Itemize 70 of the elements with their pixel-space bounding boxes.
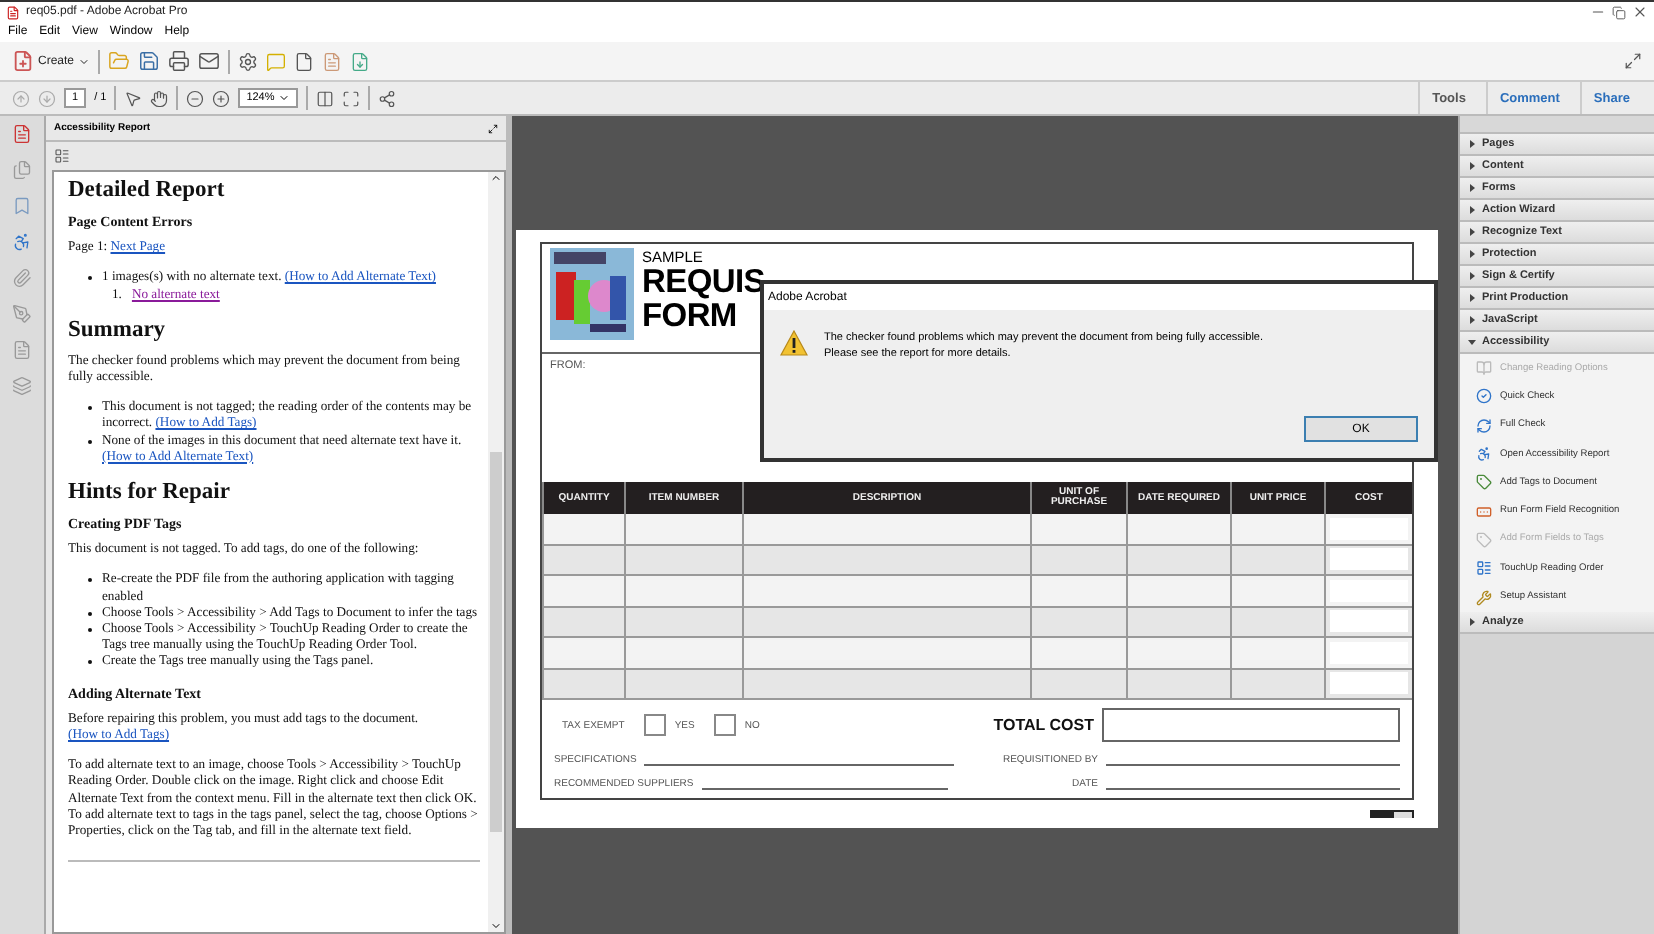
caret-icon [78, 55, 91, 67]
cost-field[interactable] [1330, 579, 1408, 602]
scroll-up-icon[interactable] [490, 172, 502, 184]
hand-icon[interactable] [150, 89, 169, 107]
save-icon[interactable] [138, 50, 161, 72]
settings-icon[interactable] [238, 51, 259, 71]
wrench-icon [1476, 589, 1492, 606]
caret-icon [1468, 316, 1476, 324]
total-field[interactable] [1102, 708, 1400, 742]
report-heading: Hints for Repair [68, 480, 232, 507]
caret-icon [1468, 272, 1476, 280]
form-title: REQUIS [642, 266, 765, 300]
cost-field[interactable] [1330, 517, 1408, 540]
document-plus-icon [12, 50, 34, 72]
report-heading: Detailed Report [68, 178, 227, 204]
bookmark-icon[interactable] [12, 196, 32, 216]
close-icon[interactable] [1632, 4, 1648, 20]
layers-icon[interactable] [12, 376, 32, 396]
scrollbar[interactable] [488, 172, 504, 932]
caret-icon [1468, 184, 1476, 192]
print-icon[interactable] [168, 50, 191, 72]
refresh-icon [1476, 417, 1492, 434]
caret-icon [1468, 338, 1476, 346]
cost-field[interactable] [1330, 672, 1408, 695]
zoom-in-icon[interactable] [212, 89, 231, 107]
previous-page-icon[interactable] [12, 89, 30, 107]
logo-drawing [550, 248, 634, 340]
zoom-out-icon[interactable] [186, 89, 205, 107]
expand-icon[interactable] [1624, 52, 1642, 70]
form-icon [1476, 503, 1492, 520]
checkbox[interactable] [644, 714, 667, 736]
restore-icon[interactable] [1612, 5, 1626, 19]
report-heading: Summary [68, 317, 168, 344]
caret-icon [1468, 140, 1476, 148]
stamp-icon [1370, 810, 1414, 818]
pages-icon[interactable] [12, 160, 32, 180]
accessibility-icon [1476, 446, 1492, 463]
caret-icon [1468, 617, 1476, 626]
next-page-icon[interactable] [38, 89, 56, 107]
caret-icon [1468, 228, 1476, 236]
caret-icon [1468, 250, 1476, 258]
caret-icon [1468, 162, 1476, 170]
caret-icon [1468, 206, 1476, 214]
fit-page-icon[interactable] [342, 89, 361, 107]
form-title: FORM [642, 300, 737, 334]
accessibility-icon[interactable] [12, 232, 32, 252]
cost-field[interactable] [1330, 641, 1408, 664]
check-circle-icon [1476, 388, 1492, 405]
paperclip-icon[interactable] [12, 268, 32, 288]
panel-expand-icon[interactable] [488, 123, 498, 133]
list-icon [1476, 560, 1492, 577]
scroll-down-icon[interactable] [490, 920, 502, 932]
cost-field[interactable] [1330, 548, 1408, 571]
total-label: TOTAL COST [993, 716, 1094, 734]
cost-field[interactable] [1330, 610, 1408, 633]
pointer-icon[interactable] [124, 89, 143, 107]
tag-icon [1476, 531, 1492, 548]
warning-icon [780, 330, 808, 356]
report-icon[interactable] [12, 124, 32, 144]
options-icon[interactable] [54, 148, 70, 164]
pdf-icon [6, 5, 20, 19]
folder-icon[interactable] [108, 50, 131, 72]
document-icon[interactable] [294, 51, 315, 71]
mail-icon[interactable] [198, 50, 221, 72]
book-icon [1476, 360, 1492, 377]
signature-icon[interactable] [12, 304, 32, 324]
checkbox[interactable] [714, 714, 737, 736]
caret-icon [278, 92, 291, 104]
tag-icon [1476, 474, 1492, 491]
caret-icon [1468, 294, 1476, 302]
